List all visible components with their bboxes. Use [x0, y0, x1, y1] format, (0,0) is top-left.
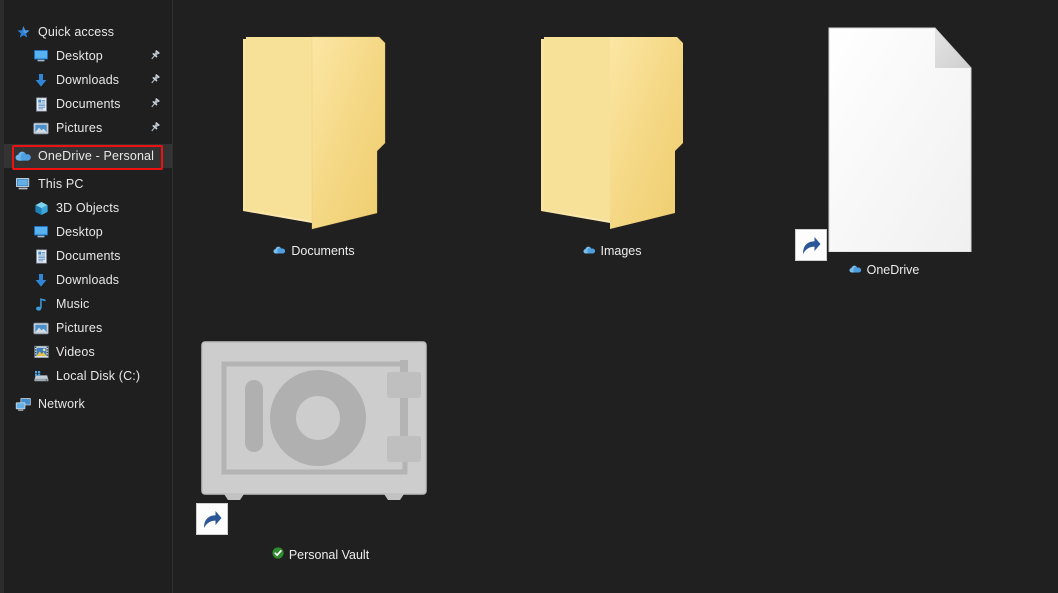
file-item-onedrive[interactable]: OneDrive [795, 24, 973, 277]
sidebar-item-this-pc[interactable]: This PC [4, 172, 172, 196]
document-shortcut-icon [795, 24, 973, 261]
cloud-icon [583, 244, 596, 258]
pin-icon[interactable] [150, 122, 162, 134]
hard-disk-icon [32, 368, 50, 384]
navigation-pane[interactable]: Quick access Desktop Downloads Documents… [0, 0, 173, 593]
sidebar-item-music[interactable]: Music [4, 292, 172, 316]
sidebar-item-label: This PC [38, 177, 84, 191]
pin-icon[interactable] [150, 98, 162, 110]
sidebar-item-label: Downloads [56, 73, 120, 87]
file-item-label: Documents [291, 244, 355, 258]
video-icon [32, 344, 50, 360]
sidebar-item-network[interactable]: Network [4, 392, 172, 416]
sidebar-item-label: 3D Objects [56, 201, 120, 215]
check-icon [272, 547, 284, 562]
document-icon [32, 96, 50, 112]
sidebar-item-pictures[interactable]: Pictures [4, 316, 172, 340]
sidebar-item-onedrive-personal[interactable]: OneDrive - Personal [4, 144, 172, 168]
cloud-icon [14, 148, 32, 164]
folder-icon [240, 33, 388, 238]
cloud-icon [273, 244, 286, 258]
network-icon [14, 396, 32, 412]
file-item-images[interactable]: Images [538, 33, 686, 258]
sidebar-item-documents[interactable]: Documents [4, 244, 172, 268]
document-icon [32, 248, 50, 264]
sidebar-item-downloads-quick[interactable]: Downloads [4, 68, 172, 92]
shortcut-arrow-badge [196, 503, 228, 535]
sidebar-item-label: Desktop [56, 49, 103, 63]
sidebar-item-desktop-quick[interactable]: Desktop [4, 44, 172, 68]
cube-icon [32, 200, 50, 216]
vault-shortcut-icon [196, 340, 443, 535]
pin-icon[interactable] [150, 50, 162, 62]
sidebar-item-label: Downloads [56, 273, 120, 287]
sidebar-item-label: Music [56, 297, 90, 311]
sidebar-item-label: Network [38, 397, 85, 411]
sidebar-item-label: Quick access [38, 25, 115, 39]
sidebar-item-3d-objects[interactable]: 3D Objects [4, 196, 172, 220]
file-item-label: OneDrive [866, 263, 920, 277]
sidebar-item-label: Pictures [56, 321, 103, 335]
sidebar-item-label: Documents [56, 249, 121, 263]
file-item-personal-vault[interactable]: Personal Vault [196, 340, 443, 562]
sidebar-item-label: Videos [56, 345, 95, 359]
cloud-icon [849, 263, 862, 277]
file-list-pane[interactable]: Documents Images OneDrive Personal Vault [173, 0, 1058, 593]
shortcut-arrow-badge [795, 229, 827, 261]
file-explorer-window: Quick access Desktop Downloads Documents… [0, 0, 1058, 593]
monitor-icon [32, 48, 50, 64]
sidebar-item-videos[interactable]: Videos [4, 340, 172, 364]
sidebar-item-local-disk[interactable]: Local Disk (C:) [4, 364, 172, 388]
sidebar-item-documents-quick[interactable]: Documents [4, 92, 172, 116]
download-icon [32, 72, 50, 88]
star-icon [14, 24, 32, 40]
pin-icon[interactable] [150, 74, 162, 86]
picture-icon [32, 320, 50, 336]
sidebar-item-label: Desktop [56, 225, 103, 239]
monitor-icon [32, 224, 50, 240]
sidebar-item-quick-access[interactable]: Quick access [4, 20, 172, 44]
picture-icon [32, 120, 50, 136]
file-item-label: Personal Vault [288, 547, 370, 562]
music-note-icon [32, 296, 50, 312]
file-item-label: Images [600, 244, 642, 258]
sidebar-item-desktop[interactable]: Desktop [4, 220, 172, 244]
sidebar-item-label: Local Disk (C:) [56, 369, 141, 383]
sidebar-item-downloads[interactable]: Downloads [4, 268, 172, 292]
sidebar-item-label: Documents [56, 97, 121, 111]
folder-icon [538, 33, 686, 238]
file-item-documents[interactable]: Documents [240, 33, 388, 258]
download-icon [32, 272, 50, 288]
this-pc-icon [14, 176, 32, 192]
sidebar-item-label: Pictures [56, 121, 103, 135]
sidebar-item-pictures-quick[interactable]: Pictures [4, 116, 172, 140]
sidebar-item-label: OneDrive - Personal [38, 149, 155, 163]
